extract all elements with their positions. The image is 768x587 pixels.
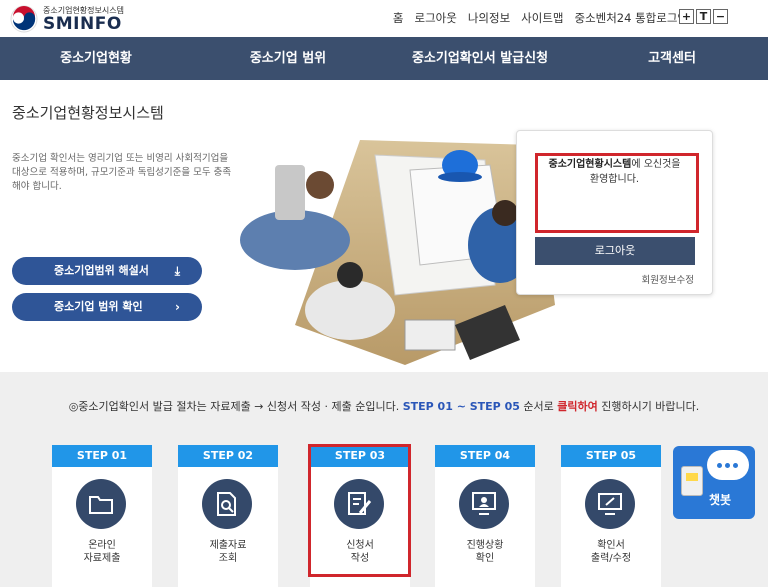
font-increase-button[interactable]: + [679, 9, 694, 24]
guide-text-3: 진행하시기 바랍니다. [597, 400, 700, 413]
step-01-card[interactable]: STEP 01 온라인 자료제출 [52, 445, 152, 587]
scope-check-label: 중소기업 범위 확인 [54, 300, 143, 313]
login-panel: 중소기업현황시스템에 오신것을 환영합니다. 로그아웃 회원정보수정 [516, 130, 713, 295]
edit-member-info-link[interactable]: 회원정보수정 [642, 272, 694, 286]
chat-bubble-icon [707, 450, 749, 480]
hero-section: 중소기업현황정보시스템 중소기업 확인서는 영리기업 또는 비영리 사회적기업을… [0, 80, 768, 372]
nav-logout-link[interactable]: 로그아웃 [415, 10, 457, 26]
guide-text-1: ◎중소기업확인서 발급 절차는 자료제출 → 신청서 작성 · 제출 순입니다. [68, 400, 403, 413]
step-05-label: 확인서 출력/수정 [590, 540, 632, 564]
step-02-label: 제출자료 조회 [209, 540, 247, 564]
guide-text-2: 순서로 [519, 400, 558, 413]
logout-button[interactable]: 로그아웃 [535, 237, 695, 265]
scope-check-button[interactable]: 중소기업 범위 확인 › [12, 293, 202, 321]
nav-home-link[interactable]: 홈 [393, 10, 404, 26]
nav-sitemap-link[interactable]: 사이트맵 [521, 10, 563, 26]
monitor-edit-icon [585, 479, 635, 529]
chatbot-button[interactable]: 챗봇 [673, 446, 755, 519]
menu-customer-center[interactable]: 고객센터 [576, 37, 768, 80]
process-guide-text: ◎중소기업확인서 발급 절차는 자료제출 → 신청서 작성 · 제출 순입니다.… [0, 398, 768, 414]
hero-title: 중소기업현황정보시스템 [12, 104, 164, 122]
scope-guide-download-button[interactable]: 중소기업범위 해설서 ⤓ [12, 257, 202, 285]
utility-nav: 홈 로그아웃 나의정보 사이트맵 중소벤처24 통합로그인 [393, 10, 688, 26]
top-bar: 중소기업현황정보시스템 SMINFO 홈 로그아웃 나의정보 사이트맵 중소벤처… [0, 0, 768, 37]
menu-sme-status[interactable]: 중소기업현황 [0, 37, 192, 80]
guide-step-range: STEP 01 ~ STEP 05 [402, 400, 520, 413]
step-04-card[interactable]: STEP 04 진행상황 확인 [435, 445, 535, 587]
step-02-header: STEP 02 [178, 445, 278, 467]
font-reset-button[interactable]: T [696, 9, 711, 24]
chevron-right-icon: › [175, 300, 180, 314]
step-02-card[interactable]: STEP 02 제출자료 조회 [178, 445, 278, 587]
logo-title: SMINFO [43, 14, 122, 34]
nav-integrated-login-link[interactable]: 중소벤처24 통합로그인 [574, 10, 688, 26]
guide-click-text: 클릭하여 [557, 400, 598, 413]
step-04-header: STEP 04 [435, 445, 535, 467]
user-monitor-icon [459, 479, 509, 529]
welcome-text-line2: 환영합니다. [589, 174, 640, 185]
folder-icon [76, 479, 126, 529]
step-05-card[interactable]: STEP 05 확인서 출력/수정 [561, 445, 661, 587]
step-01-label: 온라인 자료제출 [83, 540, 121, 564]
step-01-header: STEP 01 [52, 445, 152, 467]
hero-description: 중소기업 확인서는 영리기업 또는 비영리 사회적기업을 대상으로 적용하며, … [12, 153, 232, 192]
welcome-text: 에 오신것을 [631, 159, 681, 170]
scope-guide-label: 중소기업범위 해설서 [54, 264, 149, 277]
download-icon: ⤓ [174, 264, 180, 278]
welcome-system-name: 중소기업현황시스템 [548, 159, 632, 170]
robot-icon [681, 466, 703, 496]
taegeuk-emblem-icon [10, 5, 38, 33]
document-search-icon [202, 479, 252, 529]
welcome-message: 중소기업현황시스템에 오신것을 환영합니다. [517, 157, 712, 187]
step-03-highlight-box [308, 444, 411, 577]
menu-certificate-request[interactable]: 중소기업확인서 발급신청 [384, 37, 576, 80]
chatbot-label: 챗봇 [709, 493, 732, 507]
nav-myinfo-link[interactable]: 나의정보 [468, 10, 510, 26]
font-size-controls: + T − [679, 9, 728, 24]
step-04-label: 진행상황 확인 [466, 540, 504, 564]
site-logo[interactable]: 중소기업현황정보시스템 SMINFO [10, 3, 140, 35]
main-nav: 중소기업현황 중소기업 범위 중소기업확인서 발급신청 고객센터 [0, 37, 768, 80]
menu-sme-scope[interactable]: 중소기업 범위 [192, 37, 384, 80]
font-decrease-button[interactable]: − [713, 9, 728, 24]
step-05-header: STEP 05 [561, 445, 661, 467]
